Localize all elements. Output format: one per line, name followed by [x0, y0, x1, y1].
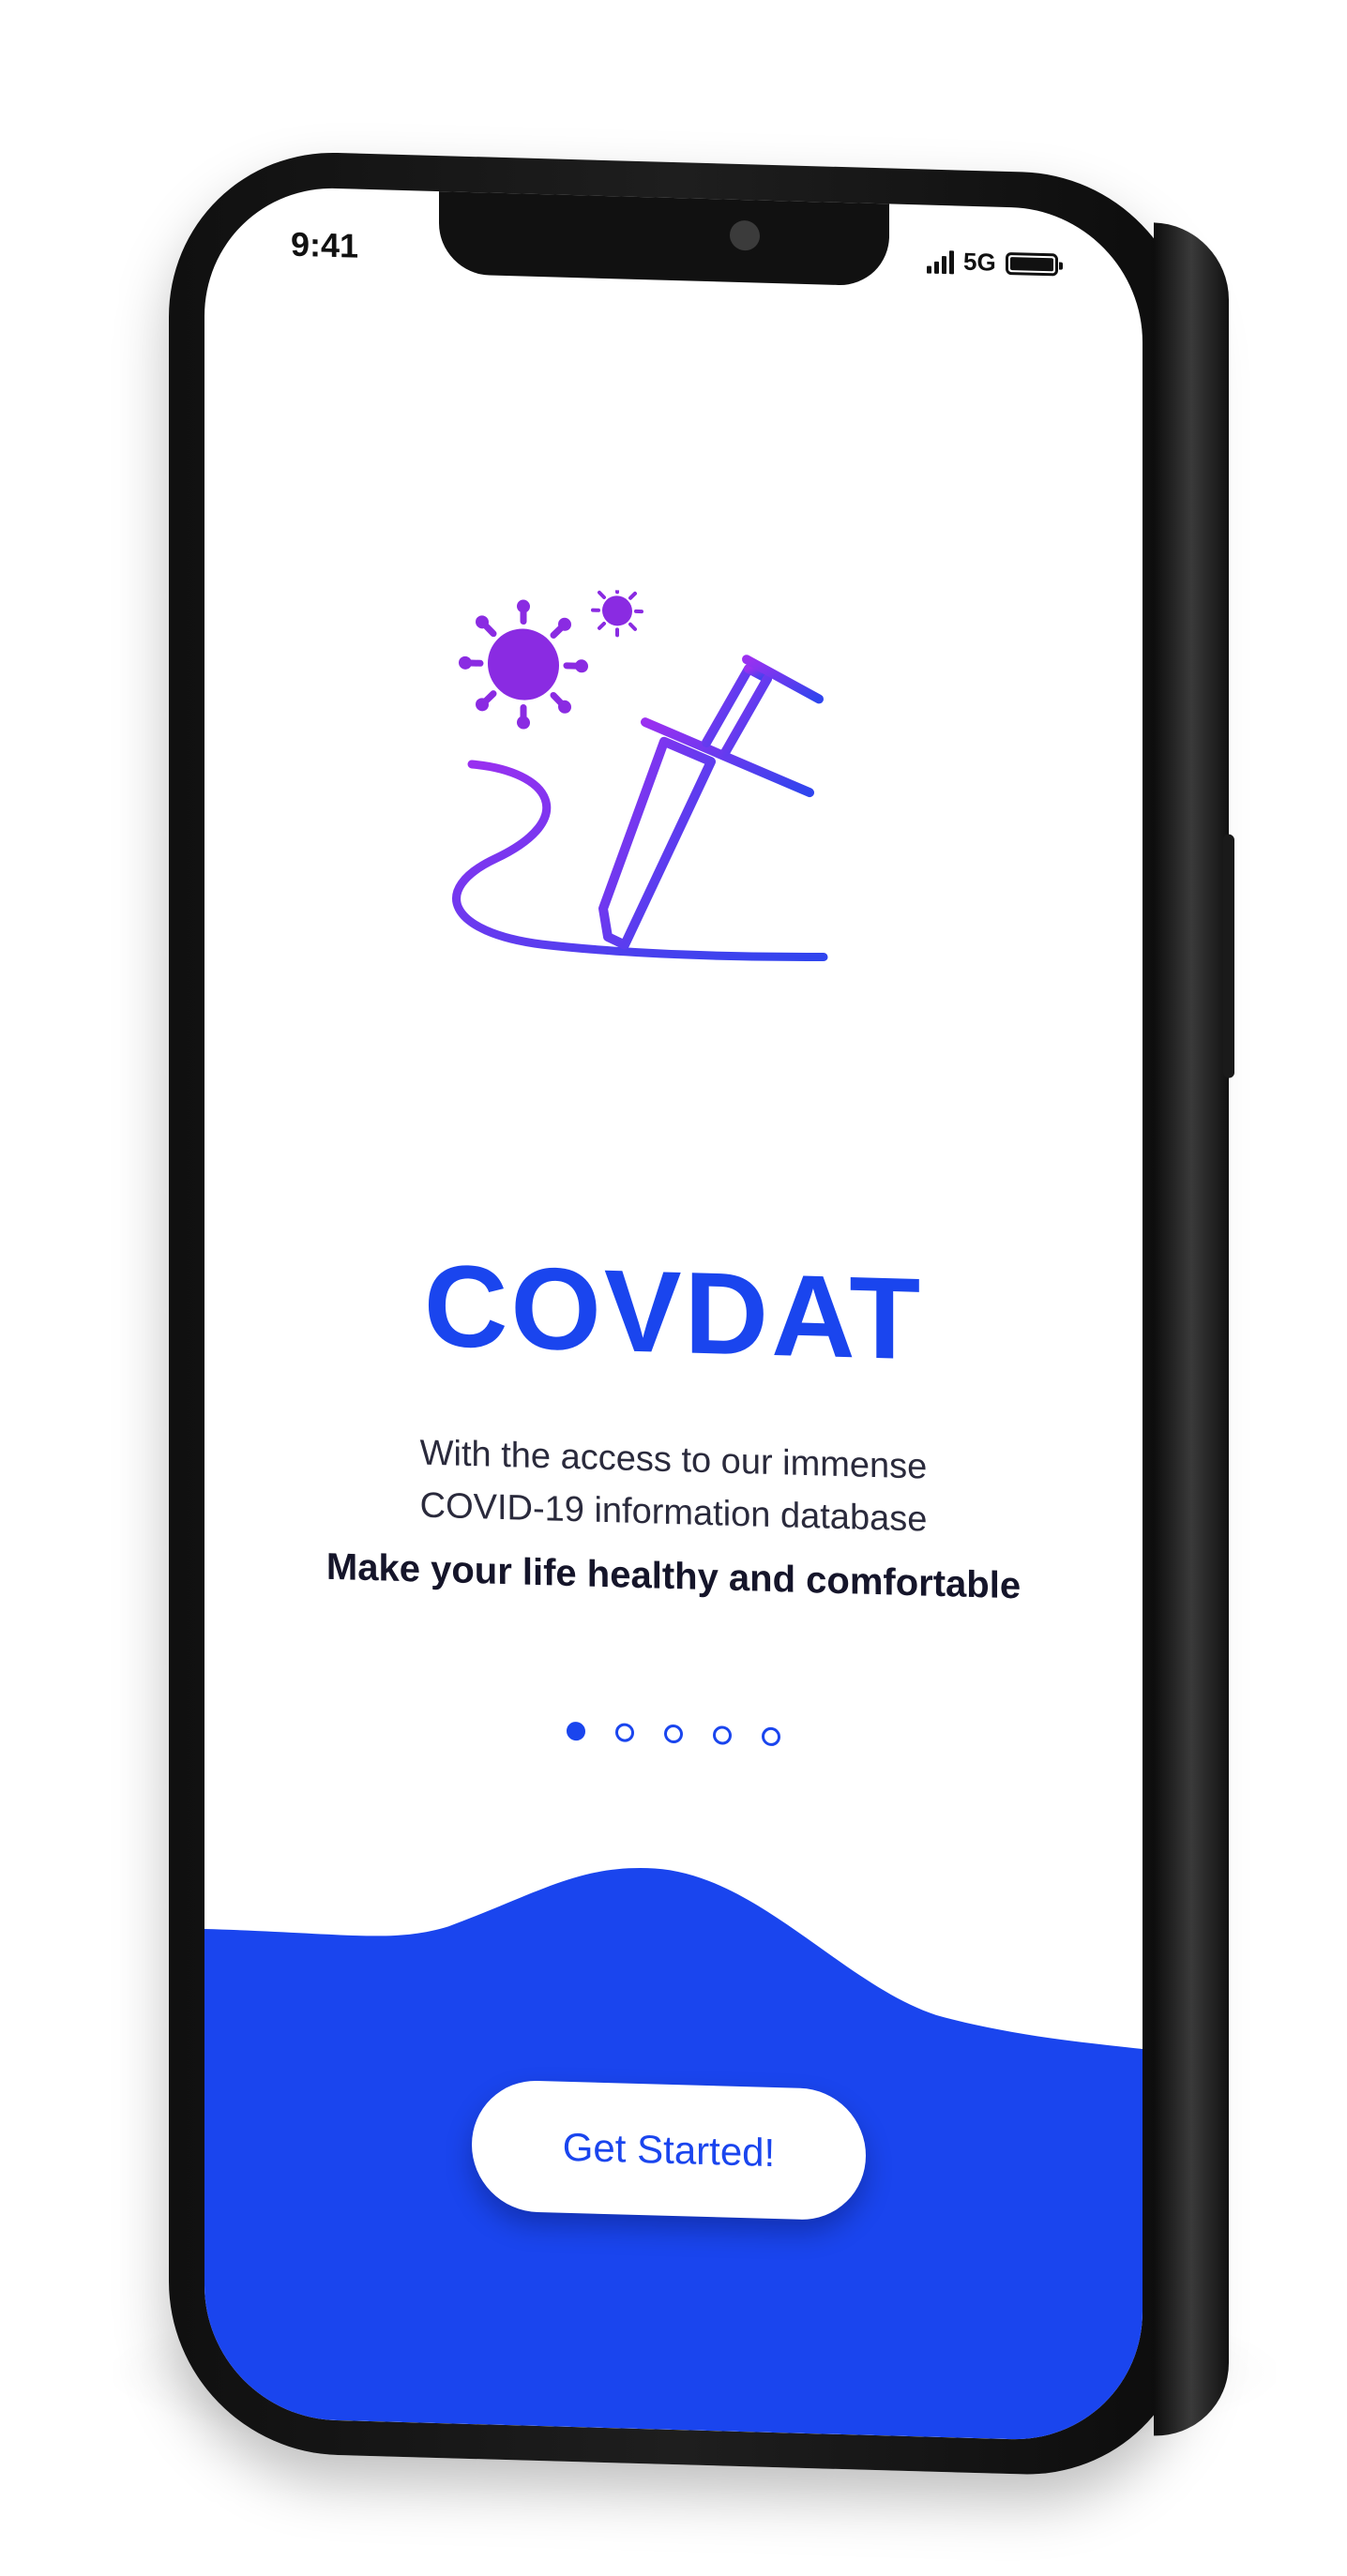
signal-bars-icon — [927, 249, 954, 274]
phone-screen: 9:41 5G COVDAT With the access to our im… — [204, 185, 1143, 2443]
camera-icon — [730, 219, 760, 251]
page-indicator — [204, 1711, 1143, 1756]
page-dot-5[interactable] — [762, 1726, 780, 1747]
tagline: With the access to our immense COVID-19 … — [204, 1421, 1143, 1552]
status-indicators: 5G — [927, 247, 1063, 279]
virus-large-icon — [459, 599, 588, 730]
notch — [439, 189, 889, 287]
get-started-button[interactable]: Get Started! — [472, 2079, 866, 2222]
phone-frame: 9:41 5G COVDAT With the access to our im… — [169, 148, 1234, 2479]
slogan: Make your life healthy and comfortable — [325, 1545, 1022, 1607]
page-dot-1[interactable] — [567, 1721, 585, 1741]
page-dot-4[interactable] — [713, 1725, 732, 1745]
syringe-virus-illustration-icon — [452, 585, 828, 962]
status-time: 9:41 — [291, 224, 359, 265]
page-dot-2[interactable] — [615, 1723, 634, 1742]
app-title: COVDAT — [423, 1241, 924, 1385]
network-label: 5G — [963, 247, 996, 277]
page-dot-3[interactable] — [664, 1724, 683, 1744]
side-button — [1223, 834, 1234, 1078]
mockup-stage: 9:41 5G COVDAT With the access to our im… — [0, 0, 1347, 2576]
virus-small-icon — [591, 585, 643, 638]
phone-side-edge — [1154, 222, 1229, 2438]
battery-full-icon — [1005, 251, 1063, 276]
